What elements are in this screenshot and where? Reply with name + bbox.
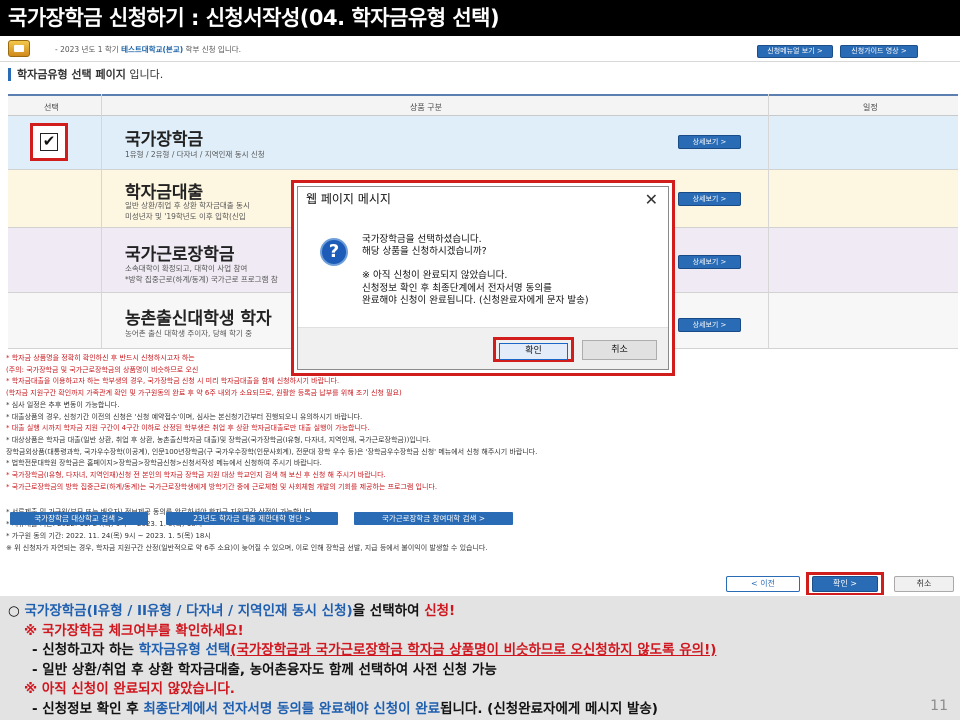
confirm-button[interactable]: 확인 > — [812, 576, 878, 592]
instr-text: 을 선택하여 — [352, 603, 425, 619]
column-divider — [768, 94, 769, 349]
product-title: 농촌출신대학생 학자 — [125, 309, 272, 329]
ok-highlight: 확인 — [493, 337, 574, 362]
dialog-message: 국가장학금을 선택하셨습니다. 해당 상품을 신청하시겠습니까? ※ 아직 신청… — [362, 234, 589, 307]
school-name: 테스트대학교(본교) — [121, 45, 184, 54]
instr-text: (국가장학금과 국가근로장학금 학자금 상품명이 비슷하므로 오신청하지 않도록… — [230, 642, 717, 658]
slide-title: 국가장학금 신청하기 : 신청서작성(04. 학자금유형 선택) — [0, 0, 960, 36]
product-desc: *방학 집중근로(하계/동계) 국가근로 프로그램 참 — [125, 275, 278, 284]
instruction-line-4: - 일반 상환/취업 후 상환 학자금대출, 농어촌융자도 함께 선택하여 사전… — [32, 661, 497, 678]
notice-line: * 심사 일정은 추후 변동이 가능합니다. — [6, 400, 120, 409]
product-row-national[interactable]: 국가장학금 1유형 / 2유형 / 다자녀 / 지역인재 동시 신청 상세보기 … — [8, 116, 958, 170]
product-desc: 1유형 / 2유형 / 다자녀 / 지역인재 동시 신청 — [125, 150, 265, 159]
dialog-cancel-button[interactable]: 취소 — [582, 340, 657, 360]
detail-button[interactable]: 상세보기 > — [678, 192, 741, 206]
col-product: 상품 구분 — [410, 103, 442, 112]
instruction-line-2: ※ 국가장학금 체크여부를 확인하세요! — [24, 622, 244, 639]
notice-line: * 대출 실행 시까지 학자금 지원 구간이 4구간 이하로 산정된 학부생은 … — [6, 424, 370, 433]
instr-text: 학자금유형 선택 — [138, 642, 231, 658]
notice-line: * 대출상품의 경우, 신청기간 이전의 신청은 '신청 예약접수'이며, 심사… — [6, 412, 363, 421]
notice-line: * 대상상품은 학자금 대출(일반 상환, 취업 후 상환, 농촌출신학자금 대… — [6, 435, 431, 444]
dialog-line: 완료해야 신청이 완료됩니다. (신청완료자에게 문자 발송) — [362, 294, 589, 306]
guide-video-button[interactable]: 신청가이드 영상 > — [840, 45, 918, 58]
instruction-panel: ○ 국가장학금(I유형 / II유형 / 다자녀 / 지역인재 동시 신청)을 … — [0, 596, 960, 720]
page-number: 11 — [930, 697, 948, 714]
product-title: 국가근로장학금 — [125, 245, 235, 265]
instr-text: 신청! — [424, 603, 456, 619]
dialog-line: 신청정보 확인 후 최종단계에서 전자서명 동의를 — [362, 282, 552, 294]
notice-line: * 국가장학금(I유형, 다자녀, 지역인재)신청 전 본인의 학자금 장학금 … — [6, 471, 386, 480]
page-heading: 학자금유형 선택 페이지 입니다. — [8, 68, 163, 81]
col-schedule: 일정 — [863, 103, 878, 112]
school-search-button[interactable]: 국가장학금 대상학교 검색 > — [10, 512, 148, 525]
work-schools-search-button[interactable]: 국가근로장학금 참여대학 검색 > — [354, 512, 513, 525]
web-screenshot: - 2023 년도 1 학기 테스트대학교(본교) 학부 신청 입니다. 신청메… — [0, 37, 960, 595]
instr-text: - 신청정보 확인 후 — [32, 700, 144, 717]
instruction-line-6: - 신청정보 확인 후 최종단계에서 전자서명 동의를 완료해야 신청이 완료됩… — [8, 700, 960, 720]
detail-button[interactable]: 상세보기 > — [678, 318, 741, 332]
detail-button[interactable]: 상세보기 > — [678, 255, 741, 269]
instr-text: 최종단계에서 전자서명 동의를 완료해야 신청이 완료 — [143, 700, 441, 717]
product-desc: 미성년자 및 '19학년도 이후 입학(신입 — [125, 212, 246, 221]
product-desc: 일반 상환/취업 후 상환 학자금대출 동시 — [125, 201, 250, 210]
instr-text: 국가장학금(I유형 / II유형 / 다자녀 / 지역인재 동시 신청) — [24, 603, 353, 619]
term-suffix: 학부 신청 입니다. — [185, 45, 241, 54]
dialog-highlight: 웹 페이지 메시지 ✕ ? 국가장학금을 선택하셨습니다. 해당 상품을 신청하… — [291, 180, 675, 376]
close-icon[interactable]: ✕ — [645, 190, 658, 209]
logo-icon — [8, 40, 30, 57]
instr-text: - 신청하고자 하는 — [32, 642, 139, 658]
table-header: 선택 상품 구분 일정 — [8, 94, 958, 116]
col-select: 선택 — [44, 103, 59, 112]
term-info: - 2023 년도 1 학기 테스트대학교(본교) 학부 신청 입니다. — [55, 44, 241, 55]
dialog-title: 웹 페이지 메시지 — [306, 192, 391, 206]
notice-line: * 학자금대출을 이용하고자 하는 학부생의 경우, 국가장학금 신청 시 미리… — [6, 377, 340, 386]
dialog-ok-button[interactable]: 확인 — [499, 343, 568, 360]
prev-button[interactable]: < 이전 — [726, 576, 800, 592]
instruction-line-3: - 신청하고자 하는 학자금유형 선택(국가장학금과 국가근로장학금 학자금 상… — [8, 641, 960, 661]
dialog-line: 국가장학금을 선택하셨습니다. — [362, 234, 482, 245]
term-prefix: - 2023 년도 1 학기 — [55, 45, 119, 54]
national-scholarship-checkbox[interactable]: ✔ — [40, 133, 58, 151]
notice-line: * 법학전문대학원 장학금은 홈페이지>장학금>장학금신청>신청서작성 메뉴에서… — [6, 459, 322, 468]
select-highlight: ✔ — [30, 123, 68, 161]
product-title: 국가장학금 — [125, 130, 204, 150]
notice-line: ※ 위 신청자가 자연되는 경우, 학자금 지원구간 산정(일반적으로 약 6주… — [6, 543, 488, 552]
instruction-line-1: ○ 국가장학금(I유형 / II유형 / 다자녀 / 지역인재 동시 신청)을 … — [8, 602, 960, 622]
notice-spacer — [6, 493, 956, 507]
instr-text: 됩니다. (신청완료자에게 메시지 발송) — [440, 700, 658, 717]
dialog-line: ※ 아직 신청이 완료되지 않았습니다. — [362, 270, 508, 282]
cancel-button[interactable]: 취소 — [894, 576, 954, 592]
top-bar: - 2023 년도 1 학기 테스트대학교(본교) 학부 신청 입니다. 신청메… — [0, 37, 960, 62]
manual-button[interactable]: 신청메뉴얼 보기 > — [757, 45, 833, 58]
column-divider — [101, 94, 102, 349]
product-desc: 소속대학이 확정되고, 대학이 사업 참여 — [125, 264, 248, 273]
product-desc: 농어촌 출신 대학생 주이자, 당해 학기 중 — [125, 329, 253, 338]
dialog-line: 해당 상품을 신청하시겠습니까? — [362, 246, 487, 258]
restricted-schools-button[interactable]: 23년도 학자금 대출 제한대학 명단 > — [166, 512, 338, 525]
instr-text: ○ — [8, 603, 25, 619]
detail-button[interactable]: 상세보기 > — [678, 135, 741, 149]
notice-line: (학자금 지원구간 확인까지 가족관계 확인 및 가구원동의 완료 후 약 6주… — [6, 389, 402, 398]
notice-line: 장학금외상품(대통령과학, 국가우수장학(이공계), 인문100년장학금(구 국… — [6, 447, 538, 456]
page-heading-bold: 학자금유형 선택 페이지 — [17, 68, 126, 81]
notice-line: * 가구원 동의 기간: 2022. 11. 24(목) 9시 ~ 2023. … — [6, 531, 211, 540]
dialog-line — [362, 258, 589, 270]
question-icon: ? — [320, 238, 348, 266]
instruction-line-5: ※ 아직 신청이 완료되지 않았습니다. — [24, 681, 235, 697]
notice-line: * 국가근로장학금의 방학 집중근로(하계/동계)는 국가근로장학생에게 방학기… — [6, 482, 438, 491]
page-heading-rest: 입니다. — [125, 68, 164, 81]
